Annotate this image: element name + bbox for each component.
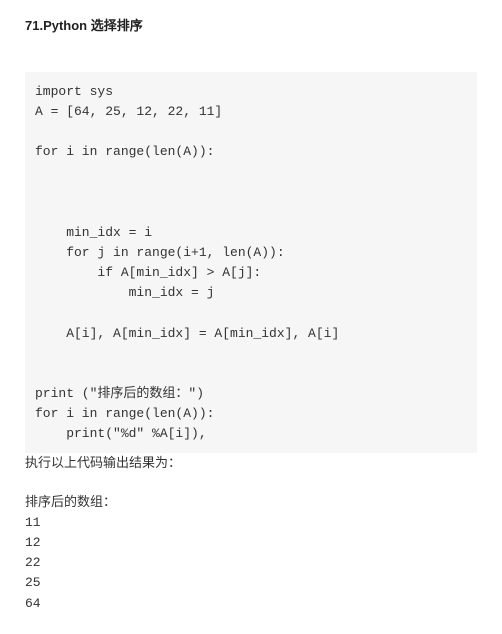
output-block: 排序后的数组： 11 12 22 25 64 (25, 473, 477, 614)
document-page: 71.Python 选择排序 import sys A = [64, 25, 1… (0, 0, 502, 634)
page-title: 71.Python 选择排序 (25, 15, 477, 34)
code-block: import sys A = [64, 25, 12, 22, 11] for … (25, 72, 477, 453)
execution-note: 执行以上代码输出结果为： (25, 453, 477, 473)
